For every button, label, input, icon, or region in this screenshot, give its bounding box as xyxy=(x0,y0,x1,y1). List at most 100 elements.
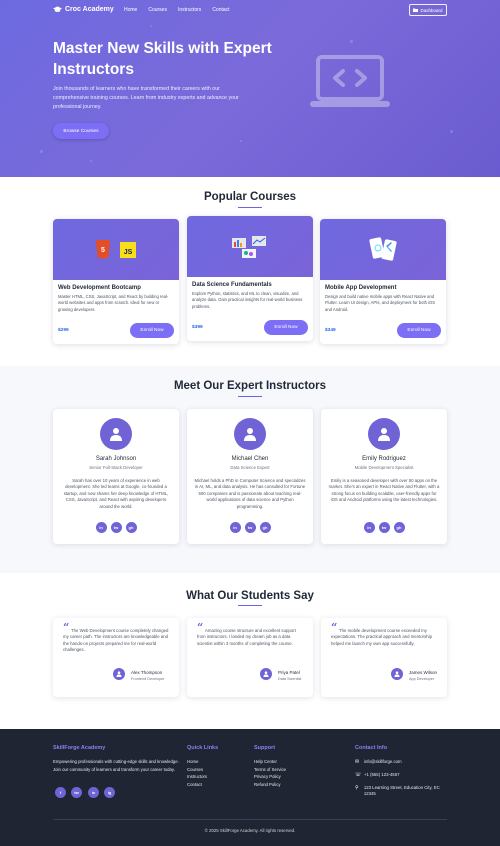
folder-icon xyxy=(413,8,419,12)
instructor-role: Data Science Expert xyxy=(230,465,270,470)
twitter-icon[interactable]: tw xyxy=(110,522,122,533)
instructor-name: Michael Chen xyxy=(231,456,269,462)
svg-text:JS: JS xyxy=(124,249,133,256)
instructor-card: Michael Chen Data Science Expert Michael… xyxy=(187,409,313,544)
testimonial-text: Amazing course structure and excellent s… xyxy=(197,628,296,646)
footer-divider xyxy=(53,819,447,820)
footer-link-refund[interactable]: Refund Policy xyxy=(254,781,281,789)
github-icon[interactable]: gh xyxy=(259,522,271,533)
footer-email: ✉ info@skillforge.com xyxy=(355,759,402,765)
browse-courses-button[interactable]: Browse Courses xyxy=(53,123,109,139)
footer-quick-links-title: Quick Links xyxy=(187,745,219,751)
nav-link-courses[interactable]: Courses xyxy=(148,7,167,13)
linkedin-icon[interactable]: in xyxy=(229,522,241,533)
instructor-card: Emily Rodriguez Mobile Development Speci… xyxy=(321,409,447,544)
decor-dot xyxy=(350,40,353,43)
testimonial-name: Priya Patel xyxy=(278,670,300,675)
instructor-name: Sarah Johnson xyxy=(95,456,137,462)
footer-email-text[interactable]: info@skillforge.com xyxy=(364,759,402,765)
user-icon xyxy=(244,428,256,441)
twitter-icon[interactable]: tw xyxy=(378,522,390,533)
course-card-data[interactable]: Data Science Fundamentals Explore Python… xyxy=(187,216,313,341)
mobile-frameworks-icon xyxy=(369,236,397,261)
avatar xyxy=(113,668,125,680)
html-js-icon: 5 JS xyxy=(96,239,136,259)
section-underline xyxy=(238,605,262,606)
footer: SkillForge Academy Empowering profession… xyxy=(0,729,500,846)
testimonial-role: Frontend Developer xyxy=(131,677,165,681)
dashboard-label: Dashboard xyxy=(420,7,443,13)
footer-address: ⚲ 123 Learning Street, Education City, E… xyxy=(355,785,450,798)
footer-phone-text: +1 (555) 123-4567 xyxy=(364,772,400,777)
course-title: Data Science Fundamentals xyxy=(192,282,272,288)
nav-link-contact[interactable]: Contact xyxy=(212,7,229,13)
instructor-name: Emily Rodriguez xyxy=(362,456,406,462)
decor-dot xyxy=(150,25,152,27)
course-card-web[interactable]: 5 JS Web Development Bootcamp Master HTM… xyxy=(53,219,179,344)
section-underline xyxy=(238,396,262,397)
testimonial-name: Alex Thompson xyxy=(131,670,163,675)
courses-section-title: Popular Courses xyxy=(203,191,297,203)
footer-link-courses[interactable]: Courses xyxy=(187,766,203,774)
hero-section: Croc Academy Home Courses Instructors Co… xyxy=(0,0,500,177)
section-underline xyxy=(238,207,262,208)
course-image-mobile xyxy=(320,219,446,280)
footer-link-help[interactable]: Help Center xyxy=(254,758,277,766)
hero-subtitle: Join thousands of learners who have tran… xyxy=(53,86,239,110)
avatar xyxy=(234,418,266,450)
footer-link-contact[interactable]: Contact xyxy=(187,781,202,789)
dashboard-button[interactable]: Dashboard xyxy=(409,4,447,16)
linkedin-icon[interactable]: in xyxy=(95,522,107,533)
linkedin-icon[interactable]: in xyxy=(363,522,375,533)
testimonial-card: “ The mobile development course exceeded… xyxy=(321,618,447,697)
enroll-button[interactable]: Enroll Now xyxy=(397,323,441,338)
instructor-bio: Emily is a seasoned developer with over … xyxy=(328,478,440,503)
linkedin-icon[interactable]: in xyxy=(88,787,99,798)
enroll-button[interactable]: Enroll Now xyxy=(130,323,174,338)
github-icon[interactable]: gh xyxy=(393,522,405,533)
footer-link-terms[interactable]: Terms of Service xyxy=(254,766,286,774)
hero-title: Master New Skills with Expert Instructor… xyxy=(53,40,272,78)
nav-links: Home Courses Instructors Contact xyxy=(124,7,230,13)
testimonial-text: The mobile development course exceeded m… xyxy=(331,628,432,646)
enroll-button[interactable]: Enroll Now xyxy=(264,320,308,335)
footer-about: Empowering professionals with cutting-ed… xyxy=(53,759,179,772)
user-icon xyxy=(263,671,269,677)
decor-dot xyxy=(90,160,92,162)
course-price: $349 xyxy=(325,328,336,333)
instagram-icon[interactable]: ig xyxy=(104,787,115,798)
course-card-mobile[interactable]: Mobile App Development Design and build … xyxy=(320,219,446,344)
brand-logo[interactable]: Croc Academy xyxy=(53,6,114,13)
user-icon xyxy=(394,671,400,677)
twitter-icon[interactable]: tw xyxy=(71,787,82,798)
user-icon xyxy=(116,671,122,677)
instructor-bio: Sarah has over 10 years of experience in… xyxy=(63,478,169,509)
footer-address-text: 123 Learning Street, Education City, EC … xyxy=(363,785,440,797)
course-title: Mobile App Development xyxy=(325,285,397,291)
instructor-role: Mobile Development Specialist xyxy=(354,465,414,470)
course-description: Master HTML, CSS, JavaScript, and React … xyxy=(58,294,169,312)
course-description: Explore Python, statistics, and ML to cl… xyxy=(192,291,303,309)
course-price: $399 xyxy=(192,325,203,330)
top-nav: Croc Academy Home Courses Instructors Co… xyxy=(0,4,500,18)
decor-dot xyxy=(240,140,242,142)
footer-link-home[interactable]: Home xyxy=(187,758,198,766)
footer-link-privacy[interactable]: Privacy Policy xyxy=(254,773,281,781)
testimonial-name: James Wilson xyxy=(409,670,438,675)
decor-dot xyxy=(40,150,43,153)
nav-link-home[interactable]: Home xyxy=(124,7,137,13)
testimonial-card: “ The Web Development course completely … xyxy=(53,618,179,697)
facebook-icon[interactable]: f xyxy=(55,787,66,798)
instructors-section-title: Meet Our Expert Instructors xyxy=(173,380,327,392)
twitter-icon[interactable]: tw xyxy=(244,522,256,533)
nav-link-instructors[interactable]: Instructors xyxy=(178,7,201,13)
footer-link-instructors[interactable]: Instructors xyxy=(187,773,207,781)
data-charts-icon xyxy=(232,235,266,258)
avatar xyxy=(368,418,400,450)
avatar xyxy=(100,418,132,450)
avatar xyxy=(260,668,272,680)
github-icon[interactable]: gh xyxy=(125,522,137,533)
brand-name: Croc Academy xyxy=(65,6,114,13)
course-price: $299 xyxy=(58,328,69,333)
course-image-web: 5 JS xyxy=(53,219,179,280)
